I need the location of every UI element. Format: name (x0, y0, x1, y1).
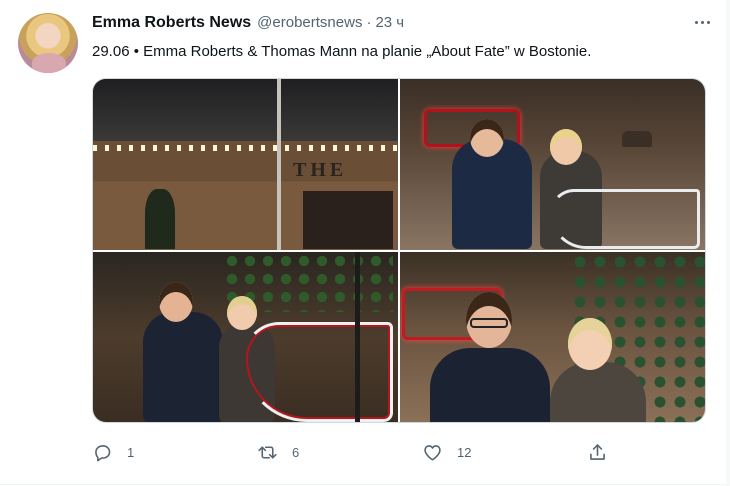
timestamp[interactable]: 23 ч (375, 14, 404, 31)
sleigh (550, 189, 700, 249)
retweet-icon (258, 445, 277, 459)
sleigh (243, 321, 393, 422)
reply-count: 1 (127, 444, 135, 460)
heart-icon (424, 444, 441, 461)
woman-figure (550, 361, 646, 422)
photo-4[interactable] (400, 251, 705, 422)
media-grid: THE (92, 78, 706, 423)
share-button[interactable] (587, 437, 608, 467)
man-figure (430, 347, 550, 422)
string-lights (93, 145, 398, 151)
author-name[interactable]: Emma Roberts News (92, 14, 251, 32)
store-window (303, 191, 393, 249)
tweet-divider (0, 484, 730, 485)
reply-icon (95, 444, 111, 461)
share-icon (590, 443, 605, 460)
woman-head (227, 295, 257, 330)
glasses (470, 317, 508, 328)
driver-hat (622, 131, 652, 147)
photo-1[interactable]: THE (93, 79, 398, 250)
retweet-button[interactable]: 6 (257, 437, 299, 467)
tweet[interactable]: Emma Roberts News @erobertsnews · 23 ч 2… (0, 0, 730, 486)
separator-dot: · (366, 14, 372, 31)
avatar[interactable] (18, 13, 78, 73)
scrollbar-track[interactable] (726, 0, 730, 486)
author-handle[interactable]: @erobertsnews (257, 14, 362, 31)
woman-head (550, 129, 582, 165)
photo-2[interactable] (400, 79, 705, 250)
man-head (159, 281, 193, 322)
woman-head (568, 317, 612, 370)
reply-button[interactable]: 1 (92, 437, 134, 467)
storefront-awning (93, 79, 398, 141)
tweet-header: Emma Roberts News @erobertsnews · 23 ч (92, 14, 710, 38)
action-bar: 1 6 12 (92, 437, 652, 467)
man-figure (143, 311, 223, 422)
store-sign: THE (293, 159, 348, 181)
like-count: 12 (457, 444, 472, 460)
man-head (470, 119, 504, 157)
pole (277, 79, 281, 250)
photo-3[interactable] (93, 251, 398, 422)
christmas-tree (145, 189, 175, 249)
pole (355, 251, 360, 422)
tweet-text: 29.06 • Emma Roberts & Thomas Mann na pl… (92, 43, 592, 60)
retweet-count: 6 (292, 444, 300, 460)
like-button[interactable]: 12 (422, 437, 471, 467)
more-icon[interactable] (690, 12, 714, 32)
